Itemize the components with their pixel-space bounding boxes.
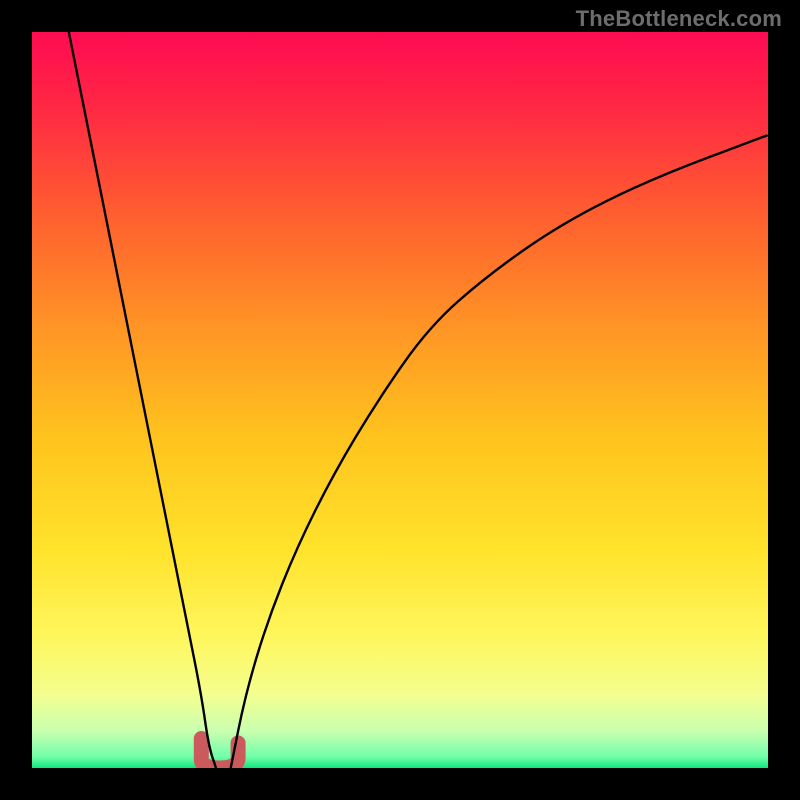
- watermark-text: TheBottleneck.com: [576, 6, 782, 32]
- chart-curves: [32, 32, 768, 768]
- curve-right-branch: [231, 135, 768, 768]
- chart-frame: TheBottleneck.com: [0, 0, 800, 800]
- plot-area: [32, 32, 768, 768]
- curve-left-branch: [69, 32, 216, 768]
